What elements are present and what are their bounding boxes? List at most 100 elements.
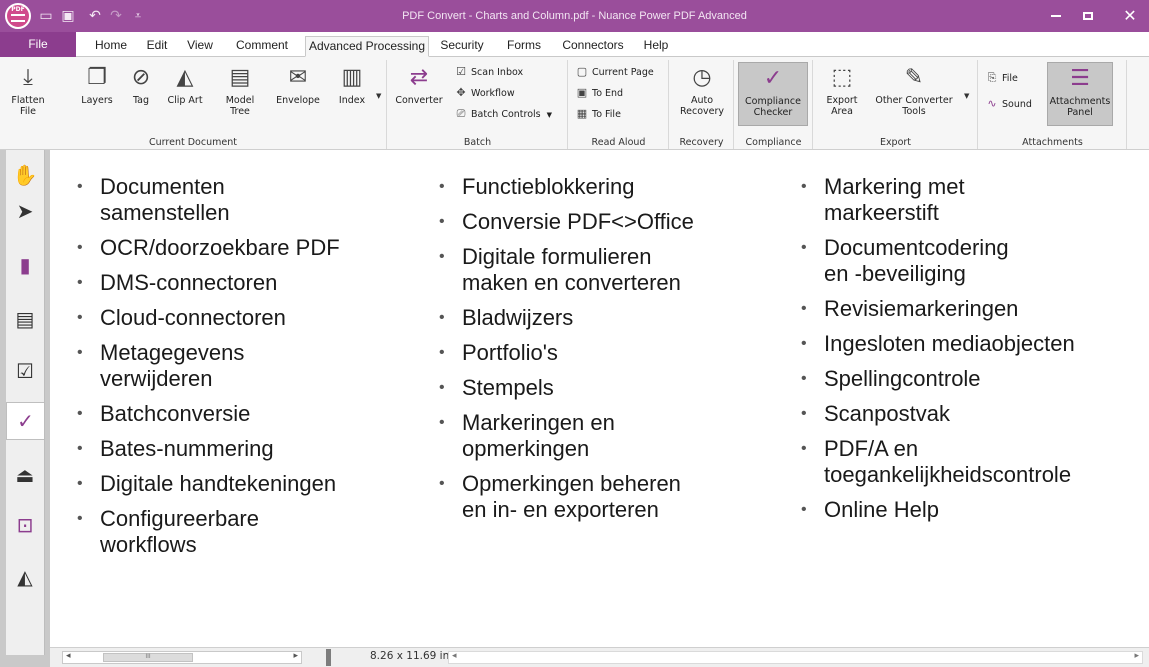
list-item-text: Revisiemarkeringen xyxy=(824,296,1019,321)
flatten-file-button[interactable]: ⤓ Flatten File xyxy=(8,62,48,117)
bullet: • xyxy=(801,440,807,457)
list-item: • Opmerkingen beheren en in- en exportere… xyxy=(436,471,776,523)
thumbnail-horizontal-scrollbar[interactable]: ◂ III ▸ xyxy=(62,651,302,664)
scroll-right-arrow-icon[interactable]: ▸ xyxy=(1134,651,1139,661)
document-horizontal-scrollbar[interactable]: ◂ ▸ xyxy=(448,651,1143,664)
app-logo-icon[interactable]: PDF xyxy=(5,3,31,29)
customize-toolbar-icon[interactable]: ⩡ xyxy=(128,6,148,26)
compliance-checker-button[interactable]: ✓ Compliance Checker xyxy=(738,62,808,126)
bullet: • xyxy=(801,501,807,518)
list-item: • Documenten samenstellen xyxy=(74,174,414,226)
tab-comment[interactable]: Comment xyxy=(224,36,300,57)
attachments-panel-button[interactable]: ☰ Attachments Panel xyxy=(1047,62,1113,126)
pages-icon[interactable]: ▤ xyxy=(6,300,44,338)
envelope-icon: ✉ xyxy=(288,65,308,90)
attach-sound-button[interactable]: ∿ Sound xyxy=(985,96,1032,112)
bullet: • xyxy=(801,239,807,256)
list-item: • Batchconversie xyxy=(74,401,414,427)
tab-view[interactable]: View xyxy=(179,36,221,57)
to-end-label: To End xyxy=(592,88,624,99)
layers-button[interactable]: ❐ Layers xyxy=(78,62,116,106)
list-item: • Scanpostvak xyxy=(798,401,1143,427)
tab-edit[interactable]: Edit xyxy=(138,36,176,57)
current-page-label: Current Page xyxy=(592,67,654,78)
pane-splitter[interactable] xyxy=(326,649,331,666)
select-arrow-icon[interactable]: ➤ xyxy=(6,192,44,230)
batch-controls-button[interactable]: ⎚ Batch Controls ▼ xyxy=(454,106,552,122)
bullet: • xyxy=(801,300,807,317)
attach-file-icon: ⎘ xyxy=(987,71,997,84)
tab-forms[interactable]: Forms xyxy=(497,36,551,57)
scroll-thumb-grip: III xyxy=(145,653,151,660)
tab-connectors[interactable]: Connectors xyxy=(555,36,631,57)
read-current-page-button[interactable]: ▢ Current Page xyxy=(575,64,654,80)
model-tree-button[interactable]: ▤ Model Tree xyxy=(218,62,262,117)
list-item: • Functieblokkering xyxy=(436,174,776,200)
model-tree-label: Model Tree xyxy=(225,95,255,117)
bullet: • xyxy=(439,248,445,265)
ribbon: ⤓ Flatten File ❐ Layers ⊘ Tag ◭ Clip Art… xyxy=(0,57,1149,150)
column-2: • Functieblokkering • Conversie PDF<>Offic… xyxy=(436,174,776,532)
converter-button[interactable]: ⇄ Converter xyxy=(392,62,446,106)
list-item: • Markeringen en opmerkingen xyxy=(436,410,776,462)
tab-file[interactable]: File xyxy=(0,32,76,57)
folder-open-icon[interactable]: ▭ xyxy=(36,6,56,26)
auto-recovery-button[interactable]: ◷ Auto Recovery xyxy=(674,62,730,117)
list-item-text: Digitale formulieren maken en convertere… xyxy=(462,244,681,295)
document-view[interactable]: • Documenten samenstellen • OCR/doorzoekba… xyxy=(50,150,1149,647)
index-dropdown-arrow[interactable]: ▼ xyxy=(376,92,381,100)
scroll-left-arrow-icon[interactable]: ◂ xyxy=(452,651,457,661)
envelope-button[interactable]: ✉ Envelope xyxy=(270,62,326,106)
list-item: • Digitale handtekeningen xyxy=(74,471,414,497)
list-item: • PDF/A en toegankelijkheidscontrole xyxy=(798,436,1143,488)
clip-art-button[interactable]: ◭ Clip Art xyxy=(160,62,210,106)
attach-file-button[interactable]: ⎘ File xyxy=(985,70,1018,86)
redo-icon[interactable]: ↷ xyxy=(106,6,126,26)
list-item-text: Markeringen en opmerkingen xyxy=(462,410,615,461)
list-item: • Revisiemarkeringen xyxy=(798,296,1143,322)
tab-advanced-processing[interactable]: Advanced Processing xyxy=(305,36,429,57)
to-file-icon: ▦ xyxy=(576,107,588,120)
tab-help[interactable]: Help xyxy=(636,36,676,57)
security-lock-icon[interactable]: ⊡ xyxy=(6,506,44,544)
list-item: • Cloud-connectoren xyxy=(74,305,414,331)
group-label: Export xyxy=(879,137,912,148)
bullet: • xyxy=(77,309,83,326)
scroll-thumb[interactable]: III xyxy=(103,653,193,662)
tab-security[interactable]: Security xyxy=(432,36,492,57)
column-1: • Documenten samenstellen • OCR/doorzoekba… xyxy=(74,174,414,567)
compliance-check-icon[interactable]: ✓ xyxy=(6,402,44,440)
bookmarks-icon[interactable]: ▮ xyxy=(6,246,44,284)
other-converter-dropdown-arrow[interactable]: ▼ xyxy=(964,92,969,100)
group-label: Read Aloud xyxy=(591,137,646,148)
clip-art-icon[interactable]: ◭ xyxy=(6,558,44,596)
close-button[interactable]: ✕ xyxy=(1118,6,1142,26)
scroll-left-arrow-icon[interactable]: ◂ xyxy=(66,651,71,661)
tag-button[interactable]: ⊘ Tag xyxy=(126,62,156,106)
read-to-end-button[interactable]: ▣ To End xyxy=(575,85,623,101)
read-to-file-button[interactable]: ▦ To File xyxy=(575,106,621,122)
hand-tool-icon[interactable]: ✋ xyxy=(6,156,44,194)
other-converter-tools-button[interactable]: ✎ Other Converter Tools xyxy=(870,62,958,117)
stamp-icon[interactable]: ⏏ xyxy=(6,456,44,494)
undo-icon[interactable]: ↶ xyxy=(85,6,105,26)
ribbon-tab-bar: File Home Edit View Comment Advanced Pro… xyxy=(0,32,1149,57)
bullet: • xyxy=(77,274,83,291)
index-label: Index xyxy=(338,95,366,106)
maximize-button[interactable] xyxy=(1076,6,1100,26)
comments-icon[interactable]: ☑ xyxy=(6,352,44,390)
scroll-right-arrow-icon[interactable]: ▸ xyxy=(293,651,298,661)
save-icon[interactable]: ▣ xyxy=(58,6,78,26)
list-item-text: Bates-nummering xyxy=(100,436,274,461)
minimize-button[interactable] xyxy=(1044,6,1068,26)
export-area-button[interactable]: ⬚ Export Area xyxy=(820,62,864,117)
bullet: • xyxy=(439,213,445,230)
group-attachments: ⎘ File ∿ Sound ☰ Attachments Panel Attachm… xyxy=(979,60,1127,149)
index-button[interactable]: ▥ Index xyxy=(330,62,374,106)
scan-inbox-button[interactable]: ☑ Scan Inbox xyxy=(454,64,523,80)
tab-home[interactable]: Home xyxy=(86,36,136,57)
workflow-button[interactable]: ✥ Workflow xyxy=(454,85,514,101)
bullet: • xyxy=(439,344,445,361)
converter-label: Converter xyxy=(395,95,443,106)
feature-list-3: • Markering met markeerstift • Documentcod… xyxy=(798,174,1143,523)
